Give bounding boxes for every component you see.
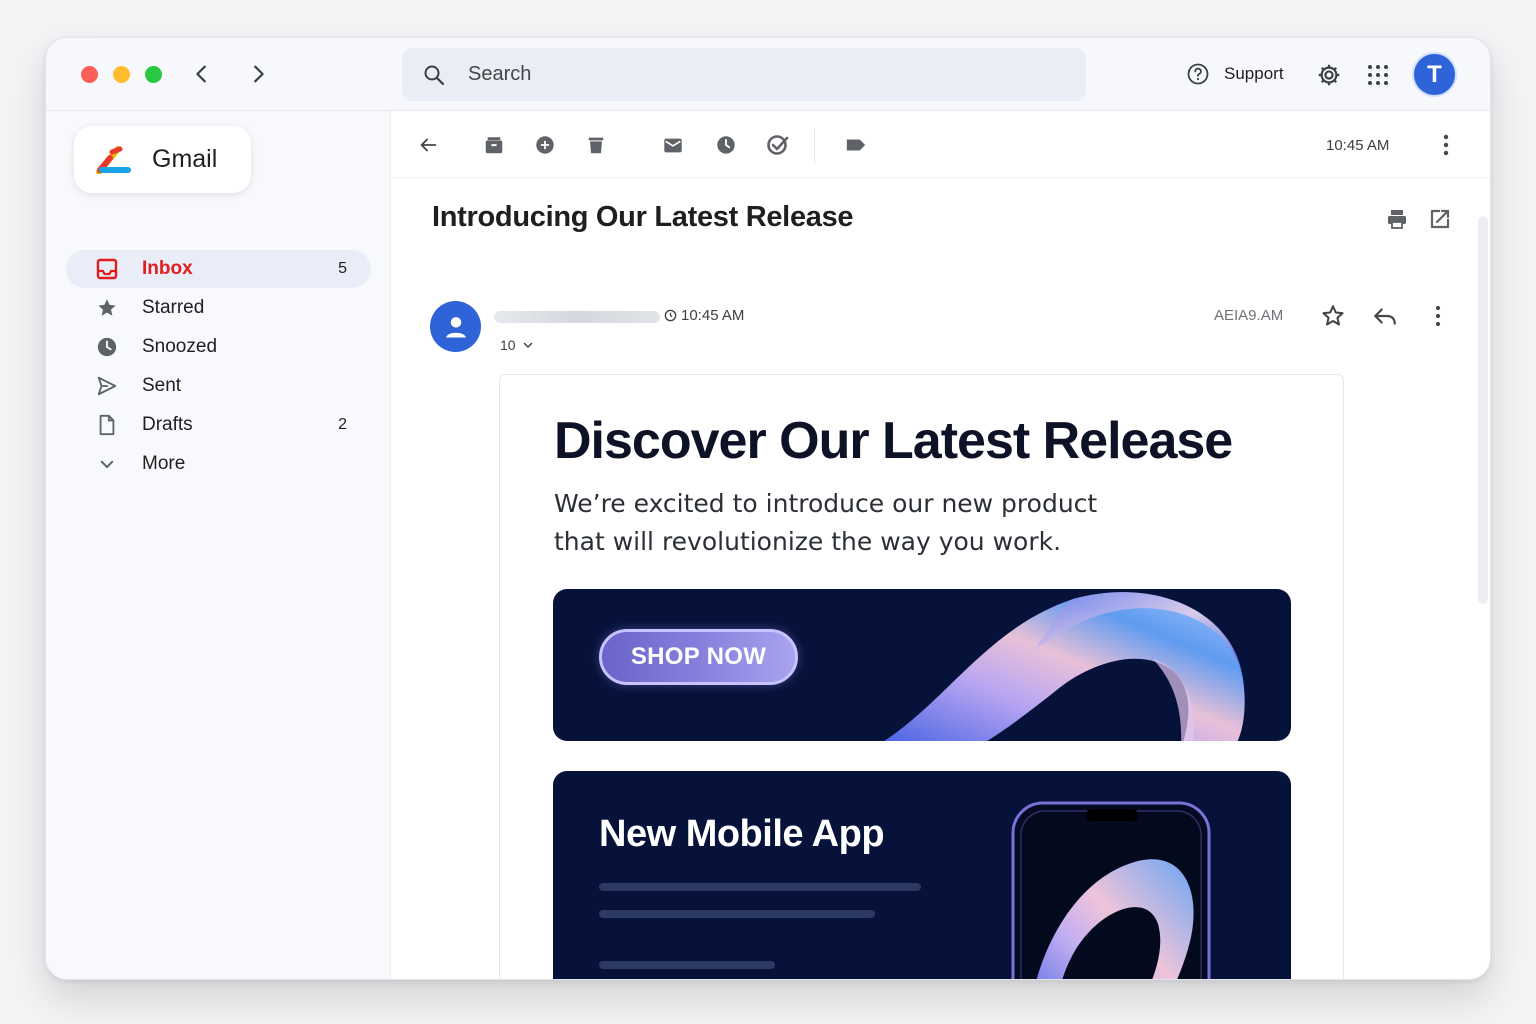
label-button[interactable] — [844, 133, 868, 157]
vertical-scrollbar[interactable] — [1478, 216, 1488, 604]
help-icon — [1187, 63, 1209, 85]
recipient-label: 10 — [500, 337, 516, 353]
email-subject: Introducing Our Latest Release — [432, 201, 854, 233]
mobile-app-promo: New Mobile App — [553, 771, 1291, 979]
shop-now-button[interactable]: SHOP NOW — [599, 629, 798, 685]
browser-window: Support T — [45, 37, 1491, 980]
star-icon — [96, 297, 118, 319]
chevron-down-icon — [96, 453, 118, 475]
sidebar-item-label: More — [142, 453, 186, 474]
search-input[interactable] — [468, 63, 1028, 86]
task-check-icon — [767, 135, 789, 155]
add-circle-icon — [536, 136, 554, 154]
mark-unread-button[interactable] — [661, 133, 685, 157]
more-vert-icon[interactable] — [1426, 303, 1450, 329]
archive-icon — [485, 137, 503, 154]
sidebar-item-label: Drafts — [142, 414, 193, 435]
arrow-left-icon — [420, 138, 437, 152]
chevron-left-icon — [196, 65, 206, 83]
message-time: 10:45 AM — [664, 307, 744, 324]
toolbar-divider — [814, 129, 815, 163]
hero-title: Discover Our Latest Release — [554, 412, 1233, 470]
report-spam-button[interactable] — [533, 133, 557, 157]
chevron-down-icon — [523, 342, 532, 348]
text-placeholder-line — [599, 883, 921, 891]
chevron-right-icon — [254, 65, 264, 83]
sender-avatar[interactable] — [430, 301, 481, 352]
delete-button[interactable] — [584, 133, 608, 157]
snooze-button[interactable] — [714, 133, 738, 157]
phone-mockup-graphic — [1011, 801, 1211, 979]
gear-icon[interactable] — [1316, 62, 1342, 88]
received-time: AEIA9.AM — [1214, 307, 1284, 324]
sidebar-item-label: Sent — [142, 375, 182, 396]
close-window-button[interactable] — [81, 66, 98, 83]
maximize-window-button[interactable] — [145, 66, 162, 83]
draft-count: 2 — [338, 416, 347, 433]
toolbar-time: 10:45 AM — [1326, 137, 1390, 154]
draft-icon — [96, 414, 118, 436]
email-body: Discover Our Latest Release We’re excite… — [499, 374, 1344, 979]
message-time-text: 10:45 AM — [681, 307, 745, 324]
support-button[interactable]: Support — [1186, 62, 1284, 86]
sidebar-item-sent[interactable]: Sent — [66, 367, 371, 405]
print-icon[interactable] — [1385, 207, 1409, 231]
app-promo-title: New Mobile App — [599, 813, 885, 855]
reply-icon[interactable] — [1372, 303, 1398, 329]
main-content: 10:45 AM Introducing Our Latest Release … — [392, 111, 1490, 979]
account-avatar[interactable]: T — [1412, 52, 1457, 97]
person-icon — [445, 316, 466, 337]
open-in-new-window-icon[interactable] — [1428, 207, 1452, 231]
clock-icon — [96, 336, 118, 358]
apps-grid-icon[interactable] — [1367, 64, 1389, 86]
sidebar-item-label: Starred — [142, 297, 205, 318]
search-icon[interactable] — [422, 63, 446, 87]
sidebar-item-label: Inbox — [142, 258, 193, 279]
message-toolbar: 10:45 AM — [392, 111, 1490, 178]
back-button[interactable] — [188, 60, 216, 88]
hero-subtitle: We’re excited to introduce our new produ… — [554, 489, 1098, 556]
recipient-details-toggle[interactable]: 10 — [500, 337, 534, 353]
text-placeholder-line — [599, 961, 775, 969]
send-icon — [96, 375, 118, 397]
star-icon[interactable] — [1320, 303, 1346, 329]
sidebar-item-inbox[interactable]: Inbox 5 — [66, 250, 371, 288]
search-bar — [402, 48, 1086, 101]
sidebar-item-label: Snoozed — [142, 336, 218, 357]
sidebar-item-starred[interactable]: Starred — [66, 289, 371, 327]
gmail-logo-icon — [96, 145, 131, 174]
sender-name-redacted — [494, 311, 660, 323]
forward-button[interactable] — [244, 60, 272, 88]
sidebar: Gmail Inbox 5 Starred Snoozed Sent Draft… — [46, 111, 391, 979]
sidebar-item-more[interactable]: More — [66, 445, 371, 483]
top-bar: Support T — [46, 38, 1490, 111]
unread-count: 5 — [338, 260, 347, 277]
more-vert-icon — [1443, 134, 1449, 156]
promo-banner: SHOP NOW — [553, 589, 1291, 741]
label-icon — [846, 139, 866, 151]
gmail-logo-text: Gmail — [152, 145, 218, 173]
mail-icon — [664, 138, 682, 153]
sidebar-item-snoozed[interactable]: Snoozed — [66, 328, 371, 366]
back-to-inbox-button[interactable] — [416, 133, 440, 157]
support-label: Support — [1224, 64, 1284, 83]
trash-icon — [588, 137, 604, 154]
inbox-icon — [96, 258, 118, 280]
archive-button[interactable] — [482, 133, 506, 157]
clock-icon — [717, 136, 735, 154]
clock-icon — [664, 309, 677, 322]
text-placeholder-line — [599, 910, 875, 918]
add-task-button[interactable] — [766, 133, 790, 157]
gmail-logo-button[interactable]: Gmail — [74, 126, 251, 193]
sidebar-item-drafts[interactable]: Drafts 2 — [66, 406, 371, 444]
avatar-letter: T — [1427, 60, 1442, 88]
toolbar-more-button[interactable] — [1434, 133, 1458, 157]
minimize-window-button[interactable] — [113, 66, 130, 83]
